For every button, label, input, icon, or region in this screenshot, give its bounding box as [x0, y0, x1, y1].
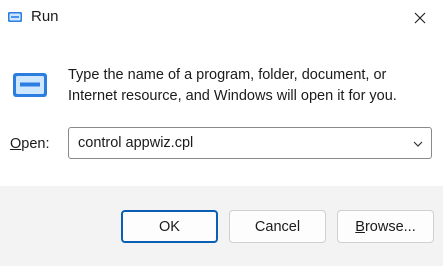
- dialog-description: Type the name of a program, folder, docu…: [68, 67, 397, 104]
- chevron-down-icon[interactable]: [412, 138, 424, 150]
- dialog-content: Type the name of a program, folder, docu…: [0, 36, 443, 186]
- open-label-mnemonic: O: [10, 136, 22, 152]
- browse-label: rowse...: [364, 218, 416, 235]
- run-icon: [13, 73, 47, 97]
- open-input[interactable]: control appwiz.cpl: [78, 135, 193, 151]
- browse-button[interactable]: Browse...: [337, 210, 434, 243]
- run-icon: [8, 12, 22, 22]
- title-bar: Run: [0, 0, 443, 36]
- open-label-text: pen:: [21, 136, 50, 152]
- close-button[interactable]: [397, 0, 443, 36]
- open-label: Open:: [10, 136, 50, 152]
- cancel-button[interactable]: Cancel: [229, 210, 326, 243]
- ok-button[interactable]: OK: [121, 210, 218, 243]
- browse-mnemonic: B: [355, 218, 365, 235]
- run-dialog: Run Type the name of a program, folder, …: [0, 0, 443, 266]
- open-combobox[interactable]: control appwiz.cpl: [68, 127, 432, 159]
- window-title: Run: [31, 8, 59, 25]
- close-icon: [414, 12, 426, 24]
